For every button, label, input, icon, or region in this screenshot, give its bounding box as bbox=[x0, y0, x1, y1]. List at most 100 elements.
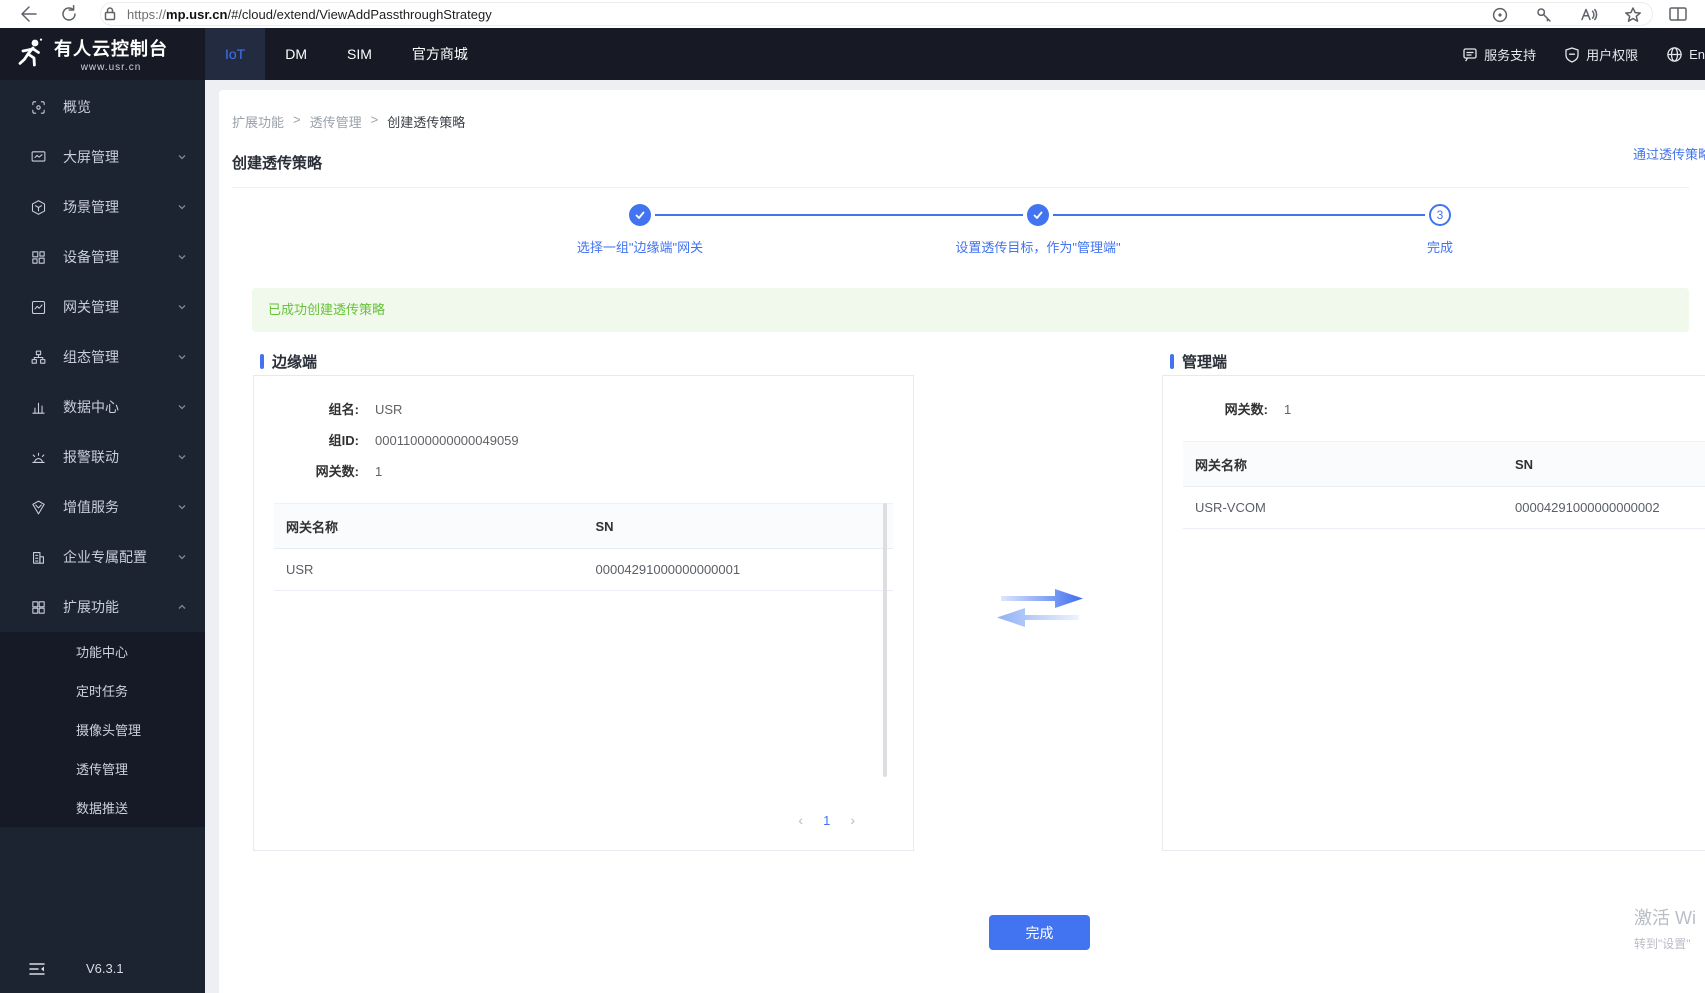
tab-iot[interactable]: IoT bbox=[205, 28, 266, 80]
manage-gateway-count-row: 网关数: 1 bbox=[1183, 394, 1705, 425]
submenu-function-center[interactable]: 功能中心 bbox=[0, 632, 205, 671]
main-content: 扩展功能 > 透传管理 > 创建透传策略 创建透传策略 通过透传策略 3 选择一… bbox=[205, 80, 1705, 993]
passthrough-strategy-link[interactable]: 通过透传策略 bbox=[1633, 144, 1705, 163]
pagination-page-1[interactable]: 1 bbox=[823, 813, 830, 828]
submenu-scheduled-tasks[interactable]: 定时任务 bbox=[0, 671, 205, 710]
tab-sim[interactable]: SIM bbox=[327, 28, 392, 80]
manage-card: 网关数: 1 网关名称 SN USR-VCOM 0000429100000000… bbox=[1162, 375, 1705, 851]
gateway-name-cell: USR bbox=[274, 548, 584, 591]
edge-group-name-row: 组名: USR bbox=[274, 394, 893, 425]
split-screen-icon[interactable] bbox=[1667, 3, 1689, 25]
step-3-label: 完成 bbox=[1426, 240, 1453, 255]
sn-header: SN bbox=[1503, 441, 1705, 487]
building-icon bbox=[33, 551, 44, 564]
version-label: V6.3.1 bbox=[86, 961, 124, 976]
chevron-up-icon bbox=[178, 604, 186, 609]
user-permissions-label: 用户权限 bbox=[1586, 47, 1639, 63]
address-bar[interactable]: https://mp.usr.cn/#/cloud/extend/ViewAdd… bbox=[100, 2, 1653, 26]
step-2-label: 设置透传目标，作为"管理端" bbox=[955, 240, 1121, 255]
group-name-label: 组名: bbox=[328, 402, 359, 417]
gateway-name-cell: USR-VCOM bbox=[1183, 486, 1503, 529]
app-logo[interactable]: 有人云控制台 www.usr.cn bbox=[0, 28, 205, 80]
gateway-count-label: 网关数: bbox=[315, 464, 359, 479]
sidebar-item-enterprise-config[interactable]: 企业专属配置 bbox=[0, 532, 205, 582]
sidebar-item-scene[interactable]: 场景管理 bbox=[0, 182, 205, 232]
breadcrumb: 扩展功能 > 透传管理 > 创建透传策略 bbox=[232, 112, 465, 131]
table-row: USR-VCOM 00004291000000000002 bbox=[1183, 486, 1705, 529]
sidebar-item-datacenter[interactable]: 数据中心 bbox=[0, 382, 205, 432]
sidebar-item-extensions[interactable]: 扩展功能 bbox=[0, 582, 205, 632]
logo-subtitle: www.usr.cn bbox=[80, 62, 142, 73]
finish-button[interactable]: 完成 bbox=[989, 915, 1090, 950]
success-banner: 已成功创建透传策略 bbox=[252, 288, 1689, 332]
browser-chrome: https://mp.usr.cn/#/cloud/extend/ViewAdd… bbox=[0, 0, 1705, 28]
collapse-sidebar-icon[interactable] bbox=[28, 961, 46, 977]
alarm-siren-icon bbox=[32, 452, 45, 463]
sidebar-item-device[interactable]: 设备管理 bbox=[0, 232, 205, 282]
edge-gateway-table: 网关名称 SN USR 00004291000000000001 bbox=[274, 503, 893, 591]
breadcrumb-passthrough[interactable]: 透传管理 bbox=[310, 112, 362, 131]
chevron-down-icon bbox=[178, 505, 186, 510]
gateway-name-header: 网关名称 bbox=[274, 503, 584, 549]
watermark-line1: 激活 Wi bbox=[1634, 908, 1696, 928]
gateway-count-value: 1 bbox=[375, 464, 383, 479]
step-3-circle: 3 bbox=[1429, 204, 1451, 226]
device-grid-icon bbox=[32, 250, 45, 264]
sidebar-item-configuration[interactable]: 组态管理 bbox=[0, 332, 205, 382]
chevron-down-icon bbox=[178, 155, 186, 160]
header-divider bbox=[232, 187, 1689, 188]
page-panel: 扩展功能 > 透传管理 > 创建透传策略 创建透传策略 通过透传策略 3 选择一… bbox=[219, 90, 1705, 993]
shield-icon bbox=[1565, 46, 1579, 63]
read-aloud-icon[interactable] bbox=[1579, 6, 1598, 24]
sidebar-item-bigscreen[interactable]: 大屏管理 bbox=[0, 132, 205, 182]
extensions-submenu: 功能中心 定时任务 摄像头管理 透传管理 数据推送 bbox=[0, 632, 205, 827]
edge-group-id-row: 组ID: 00011000000000049059 bbox=[274, 425, 893, 456]
table-row: USR 00004291000000000001 bbox=[274, 548, 893, 591]
step-3-number: 3 bbox=[1436, 208, 1444, 222]
pagination-prev[interactable]: ‹ bbox=[798, 812, 803, 828]
gateway-count-label: 网关数: bbox=[1224, 402, 1268, 417]
user-permissions[interactable]: 用户权限 bbox=[1564, 45, 1638, 64]
service-support[interactable]: 服务支持 bbox=[1462, 45, 1536, 64]
breadcrumb-current: 创建透传策略 bbox=[387, 115, 466, 130]
watermark-line2: 转到"设置" bbox=[1634, 937, 1691, 951]
sidebar-item-alarm[interactable]: 报警联动 bbox=[0, 432, 205, 482]
password-key-icon[interactable] bbox=[1535, 6, 1553, 24]
tab-dm[interactable]: DM bbox=[265, 28, 327, 80]
gateway-chart-icon bbox=[31, 300, 46, 314]
language-switch[interactable]: En bbox=[1666, 46, 1705, 63]
sidebar-item-overview[interactable]: 概览 bbox=[0, 82, 205, 132]
breadcrumb-separator: > bbox=[370, 112, 379, 127]
section-accent-bar bbox=[260, 354, 264, 369]
tab-mall[interactable]: 官方商城 bbox=[392, 28, 488, 80]
manage-section-title: 管理端 bbox=[1182, 354, 1228, 371]
manage-section-header: 管理端 bbox=[1170, 351, 1227, 372]
sidebar: 概览 大屏管理 场景管理 设备管理 网关管理 组态管理 数据中心 报警联动 增值… bbox=[0, 80, 205, 993]
language-label: En bbox=[1689, 46, 1705, 62]
table-header-row: 网关名称 SN bbox=[1183, 441, 1705, 487]
browser-back-icon[interactable] bbox=[16, 3, 38, 25]
submenu-camera-management[interactable]: 摄像头管理 bbox=[0, 710, 205, 749]
scene-hexagon-icon bbox=[31, 199, 46, 215]
favorite-star-icon[interactable] bbox=[1624, 6, 1642, 24]
sidebar-item-gateway[interactable]: 网关管理 bbox=[0, 282, 205, 332]
chevron-down-icon bbox=[178, 405, 186, 410]
sidebar-item-value-services[interactable]: 增值服务 bbox=[0, 482, 205, 532]
top-navbar: 有人云控制台 www.usr.cn IoT DM SIM 官方商城 服务支持 用… bbox=[0, 28, 1705, 80]
pagination-next[interactable]: › bbox=[850, 812, 855, 828]
submenu-data-push[interactable]: 数据推送 bbox=[0, 788, 205, 827]
gem-shield-icon bbox=[32, 500, 45, 514]
transfer-arrows-icon bbox=[995, 587, 1085, 634]
step-1-circle bbox=[629, 204, 651, 226]
send-to-device-icon[interactable] bbox=[1491, 6, 1509, 24]
chevron-down-icon bbox=[178, 555, 186, 560]
bar-chart-icon bbox=[32, 402, 45, 414]
table-header-row: 网关名称 SN bbox=[274, 503, 893, 549]
breadcrumb-extensions[interactable]: 扩展功能 bbox=[232, 112, 284, 131]
table-scrollbar[interactable] bbox=[883, 503, 887, 777]
browser-refresh-icon[interactable] bbox=[58, 3, 80, 25]
chevron-down-icon bbox=[178, 305, 186, 310]
submenu-passthrough-management[interactable]: 透传管理 bbox=[0, 749, 205, 788]
topology-icon bbox=[31, 350, 46, 364]
group-id-value: 00011000000000049059 bbox=[375, 433, 519, 448]
